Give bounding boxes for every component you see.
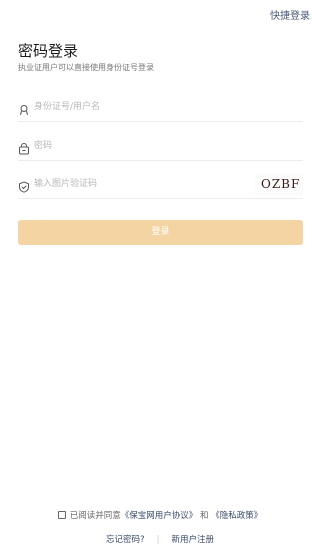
register-link[interactable]: 新用户注册	[171, 535, 214, 545]
id-input[interactable]	[34, 98, 234, 116]
agreement-prefix: 已阅读并同意	[69, 511, 121, 521]
password-field	[18, 131, 303, 161]
shield-icon	[18, 178, 30, 193]
captcha-image[interactable]: OZBF	[255, 173, 303, 195]
captcha-text: OZBF	[261, 177, 301, 191]
page-title: 密码登录	[18, 42, 79, 60]
divider: |	[156, 535, 160, 545]
login-button[interactable]: 登录	[18, 220, 303, 245]
agreement-row: 已阅读并同意《保宝网用户协议》 和 《隐私政策》	[0, 509, 320, 523]
quick-login-link[interactable]: 快捷登录	[270, 7, 310, 22]
captcha-field: OZBF	[18, 169, 303, 199]
password-input[interactable]	[34, 137, 234, 155]
forgot-password-link[interactable]: 忘记密码?	[106, 535, 145, 545]
user-icon	[18, 101, 30, 116]
agreement-checkbox[interactable]	[57, 511, 66, 519]
bottom-links: 忘记密码? | 新用户注册	[0, 533, 320, 547]
lock-icon	[18, 140, 30, 155]
user-agreement-link[interactable]: 《保宝网用户协议》	[121, 511, 198, 521]
top-bar: 快捷登录	[0, 0, 320, 30]
privacy-policy-link[interactable]: 《隐私政策》	[211, 511, 262, 521]
agreement-and: 和	[200, 511, 209, 521]
page-subtitle: 执业证用户可以直接使用身份证号登录	[18, 63, 154, 72]
id-field	[18, 92, 303, 122]
captcha-input[interactable]	[34, 175, 234, 193]
